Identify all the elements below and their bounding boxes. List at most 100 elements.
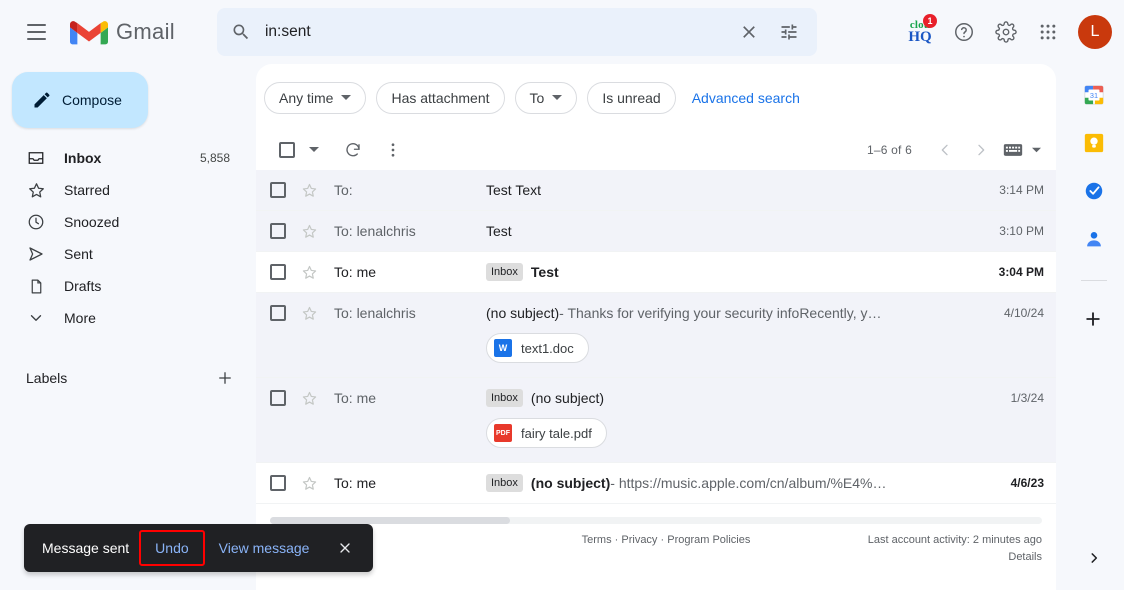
compose-button[interactable]: Compose (12, 72, 148, 128)
add-side-panel-icon[interactable] (1083, 309, 1105, 331)
row-date: 3:10 PM (999, 224, 1044, 238)
row-checkbox[interactable] (270, 305, 286, 321)
cloudhq-badge: 1 (923, 14, 937, 28)
table-row[interactable]: To: me Inbox Test 3:04 PM (256, 252, 1056, 293)
sidebar-item-more[interactable]: More (0, 302, 246, 334)
row-checkbox[interactable] (270, 223, 286, 239)
close-icon[interactable] (331, 534, 359, 562)
filter-chip-to[interactable]: To (514, 82, 578, 114)
row-date: 3:04 PM (998, 265, 1044, 279)
undo-button[interactable]: Undo (155, 540, 188, 556)
account-activity: Last account activity: 2 minutes ago Det… (792, 534, 1042, 563)
filter-chip-is-unread[interactable]: Is unread (587, 82, 676, 114)
row-checkbox[interactable] (270, 264, 286, 280)
table-row[interactable]: To: Test Text 3:14 PM (256, 170, 1056, 211)
activity-details-link[interactable]: Details (792, 551, 1042, 563)
contacts-icon[interactable] (1083, 228, 1105, 250)
star-icon[interactable] (294, 293, 324, 333)
star-icon[interactable] (294, 170, 324, 210)
pencil-icon (34, 92, 50, 108)
refresh-icon[interactable] (336, 133, 370, 167)
filter-chip-any-time[interactable]: Any time (264, 82, 367, 114)
terms-link[interactable]: Terms (582, 534, 612, 546)
tasks-icon[interactable] (1083, 180, 1105, 202)
chevron-down-icon (341, 90, 352, 106)
more-options-icon[interactable] (376, 133, 410, 167)
labels-title: Labels (26, 370, 68, 386)
star-icon[interactable] (294, 252, 324, 292)
scrollbar-thumb[interactable] (270, 517, 510, 524)
sidebar-item-snoozed[interactable]: Snoozed (0, 206, 246, 238)
main-menu-icon[interactable] (12, 8, 60, 56)
privacy-link[interactable]: Privacy (621, 534, 657, 546)
program-policies-link[interactable]: Program Policies (667, 534, 750, 546)
sidebar-item-starred[interactable]: Starred (0, 174, 246, 206)
last-activity-text: Last account activity: 2 minutes ago (867, 534, 1042, 546)
filter-chip-has-attachment[interactable]: Has attachment (376, 82, 505, 114)
cloudhq-icon[interactable]: clou HQ 1 (898, 12, 942, 52)
table-row[interactable]: To: lenalchris Test 3:10 PM (256, 211, 1056, 252)
search-icon[interactable] (221, 12, 261, 52)
settings-gear-icon[interactable] (986, 12, 1026, 52)
scrollbar-track[interactable] (270, 517, 1042, 524)
add-label-icon[interactable] (212, 365, 238, 391)
table-row[interactable]: To: lenalchris (no subject) - Thanks for… (256, 293, 1056, 378)
view-message-link[interactable]: View message (219, 540, 310, 556)
expand-side-panel-icon[interactable] (1080, 544, 1108, 572)
row-controls (270, 293, 324, 333)
brand-title: Gmail (116, 19, 175, 44)
help-icon[interactable] (944, 12, 984, 52)
row-checkbox[interactable] (270, 182, 286, 198)
google-apps-icon[interactable] (1028, 12, 1068, 52)
row-content: Test Text (486, 170, 982, 210)
clear-search-icon[interactable] (729, 12, 769, 52)
row-subject-line: Inbox (no subject) (486, 378, 982, 418)
search-input[interactable] (260, 23, 729, 41)
select-all-dropdown-icon[interactable] (304, 133, 324, 167)
gmail-logo-brand[interactable]: Gmail (70, 18, 175, 47)
row-subject: Test (486, 223, 512, 239)
svg-text:31: 31 (1090, 91, 1098, 100)
table-row[interactable]: To: me Inbox (no subject) PDF fairy tale… (256, 378, 1056, 463)
inbox-icon (26, 148, 46, 168)
sidebar-item-drafts[interactable]: Drafts (0, 270, 246, 302)
footer-links: Terms · Privacy · Program Policies (540, 534, 792, 546)
search-bar[interactable] (216, 8, 817, 56)
inbox-count: 5,858 (199, 151, 230, 165)
cloudhq-line2: HQ (908, 28, 932, 45)
star-icon[interactable] (294, 463, 324, 503)
status-badge: Inbox (486, 263, 523, 281)
star-icon (26, 180, 46, 200)
table-row[interactable]: To: me Inbox (no subject) - https://musi… (256, 463, 1056, 504)
next-page-icon[interactable] (964, 133, 998, 167)
input-tools-icon[interactable] (1000, 133, 1026, 167)
row-controls (270, 463, 324, 503)
undo-button-highlight[interactable]: Undo (139, 530, 205, 566)
row-checkbox[interactable] (270, 475, 286, 491)
select-all-checkbox[interactable] (270, 133, 304, 167)
row-content: Test (486, 211, 982, 251)
topbar-actions: clou HQ 1 L (898, 12, 1124, 52)
sidebar-item-inbox[interactable]: Inbox 5,858 (0, 142, 246, 174)
email-list: To: Test Text 3:14 PM To: lenalchris Tes… (256, 170, 1056, 514)
search-options-icon[interactable] (769, 12, 809, 52)
horizontal-scrollbar[interactable] (256, 514, 1056, 526)
advanced-search-link[interactable]: Advanced search (692, 90, 800, 106)
input-tools-dropdown-icon[interactable] (1028, 133, 1044, 167)
gmail-logo-icon (70, 20, 108, 44)
sidebar-label-drafts: Drafts (64, 278, 102, 294)
calendar-icon[interactable]: 31 (1083, 84, 1105, 106)
pdf-file-icon: PDF (494, 424, 512, 442)
star-icon[interactable] (294, 211, 324, 251)
avatar[interactable]: L (1078, 15, 1112, 49)
attachment-chip[interactable]: PDF fairy tale.pdf (486, 418, 607, 448)
sidebar-item-sent[interactable]: Sent (0, 238, 246, 270)
status-badge: Inbox (486, 389, 523, 407)
star-icon[interactable] (294, 378, 324, 418)
keep-icon[interactable] (1083, 132, 1105, 154)
previous-page-icon[interactable] (928, 133, 962, 167)
chip-label-to: To (529, 90, 545, 106)
attachment-row: W text1.doc (486, 333, 982, 377)
attachment-chip[interactable]: W text1.doc (486, 333, 589, 363)
row-checkbox[interactable] (270, 390, 286, 406)
